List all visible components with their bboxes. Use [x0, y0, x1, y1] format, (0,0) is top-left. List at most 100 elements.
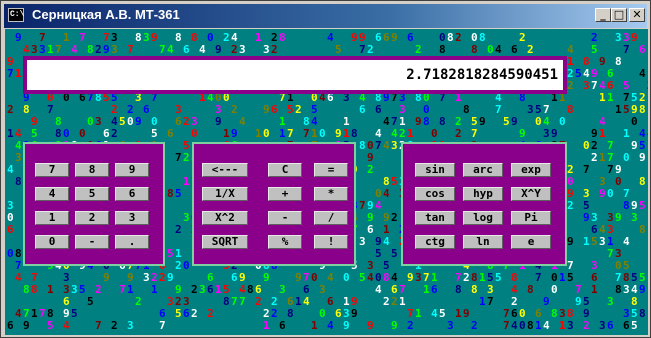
- digit-key-9[interactable]: 9: [115, 163, 149, 177]
- svg-text:0: 0: [343, 271, 350, 284]
- func-key-exp[interactable]: exp: [511, 163, 551, 177]
- svg-text:4: 4: [23, 43, 30, 56]
- func-key-sin[interactable]: sin: [415, 163, 455, 177]
- svg-text:1: 1: [31, 307, 38, 320]
- op-key-square[interactable]: X^2: [202, 211, 248, 225]
- digit-key-6[interactable]: 6: [115, 187, 149, 201]
- close-button[interactable]: ✕: [629, 8, 645, 22]
- op-key-c[interactable]: C: [268, 163, 302, 177]
- svg-text:1: 1: [415, 307, 422, 320]
- svg-text:0: 0: [319, 127, 326, 140]
- op-key-divide[interactable]: /: [314, 211, 348, 225]
- svg-text:5: 5: [119, 115, 126, 128]
- svg-text:6: 6: [183, 307, 190, 320]
- svg-text:7: 7: [591, 79, 598, 92]
- digit-key-minus[interactable]: -: [75, 235, 109, 249]
- svg-text:9: 9: [415, 115, 422, 128]
- digit-key-2[interactable]: 2: [75, 211, 109, 225]
- func-key-cos[interactable]: cos: [415, 187, 455, 201]
- result-display[interactable]: 2.7182818284590451: [27, 60, 563, 90]
- window-title: Серницкая А.В. МТ-361: [32, 7, 180, 22]
- svg-text:8: 8: [639, 175, 646, 188]
- op-key-multiply[interactable]: *: [314, 187, 348, 201]
- svg-text:1: 1: [399, 295, 406, 308]
- svg-text:2: 2: [231, 43, 238, 56]
- digit-key-1[interactable]: 1: [35, 211, 69, 225]
- svg-text:9: 9: [631, 139, 638, 152]
- svg-text:2: 2: [567, 79, 574, 92]
- svg-text:6: 6: [7, 223, 14, 236]
- svg-text:2: 2: [647, 79, 648, 92]
- func-key-hyp[interactable]: hyp: [463, 187, 503, 201]
- op-key-factorial[interactable]: !: [314, 235, 348, 249]
- svg-text:6: 6: [231, 271, 238, 284]
- svg-text:1: 1: [583, 235, 590, 248]
- svg-text:7: 7: [7, 67, 14, 80]
- svg-text:8: 8: [247, 283, 254, 296]
- digit-key-3[interactable]: 3: [115, 211, 149, 225]
- op-key-plus[interactable]: +: [268, 187, 302, 201]
- op-key-equals[interactable]: =: [314, 163, 348, 177]
- svg-text:2: 2: [527, 43, 534, 56]
- svg-text:0: 0: [559, 115, 566, 128]
- svg-text:6: 6: [367, 223, 374, 236]
- func-key-log[interactable]: log: [463, 211, 503, 225]
- svg-text:1: 1: [607, 91, 614, 104]
- svg-text:0: 0: [583, 139, 590, 152]
- svg-text:5: 5: [591, 43, 598, 56]
- func-key-power[interactable]: X^Y: [511, 187, 551, 201]
- func-key-tan[interactable]: tan: [415, 211, 455, 225]
- op-key-minus[interactable]: -: [268, 211, 302, 225]
- console-icon[interactable]: C:\: [8, 8, 24, 22]
- svg-text:8: 8: [527, 283, 534, 296]
- svg-text:3: 3: [415, 271, 422, 284]
- svg-text:7: 7: [535, 271, 542, 284]
- digit-key-8[interactable]: 8: [75, 163, 109, 177]
- svg-text:8: 8: [639, 307, 646, 320]
- digit-key-5[interactable]: 5: [75, 187, 109, 201]
- svg-text:6: 6: [623, 319, 630, 332]
- svg-text:1: 1: [15, 67, 22, 80]
- svg-text:8: 8: [455, 283, 462, 296]
- svg-text:7: 7: [303, 127, 310, 140]
- maximize-button[interactable]: □: [611, 8, 627, 22]
- svg-text:0: 0: [311, 271, 318, 284]
- digit-key-decimal-point[interactable]: .: [115, 235, 149, 249]
- svg-text:5: 5: [287, 103, 294, 116]
- svg-text:5: 5: [575, 67, 582, 80]
- func-key-ln[interactable]: ln: [463, 235, 503, 249]
- svg-text:9: 9: [639, 151, 646, 164]
- svg-text:4: 4: [383, 139, 390, 152]
- func-key-pi[interactable]: Pi: [511, 211, 551, 225]
- func-key-arc[interactable]: arc: [463, 163, 503, 177]
- svg-text:5: 5: [359, 271, 366, 284]
- svg-text:2: 2: [175, 259, 182, 272]
- title-bar[interactable]: C:\ Серницкая А.В. МТ-361 _ □ ✕: [4, 4, 647, 28]
- svg-text:7: 7: [127, 43, 134, 56]
- svg-text:6: 6: [175, 115, 182, 128]
- svg-text:8: 8: [615, 283, 622, 296]
- func-key-ctg[interactable]: ctg: [415, 235, 455, 249]
- svg-text:1: 1: [311, 319, 318, 332]
- op-key-reciprocal[interactable]: 1/X: [202, 187, 248, 201]
- digit-key-4[interactable]: 4: [35, 187, 69, 201]
- digit-key-7[interactable]: 7: [35, 163, 69, 177]
- svg-text:9: 9: [599, 55, 606, 68]
- svg-text:1: 1: [47, 283, 54, 296]
- svg-text:9: 9: [599, 187, 606, 200]
- op-key-sqrt[interactable]: SQRT: [202, 235, 248, 249]
- svg-text:0: 0: [87, 115, 94, 128]
- svg-text:5: 5: [79, 283, 86, 296]
- svg-text:3: 3: [583, 79, 590, 92]
- svg-text:5: 5: [71, 307, 78, 320]
- svg-text:2: 2: [111, 319, 118, 332]
- op-key-percent[interactable]: %: [268, 235, 302, 249]
- svg-text:2: 2: [455, 127, 462, 140]
- minimize-button[interactable]: _: [595, 8, 611, 22]
- svg-text:8: 8: [135, 31, 142, 44]
- digit-key-0[interactable]: 0: [35, 235, 69, 249]
- svg-text:2: 2: [175, 223, 182, 236]
- svg-text:3: 3: [143, 271, 150, 284]
- func-key-e[interactable]: e: [511, 235, 551, 249]
- op-key-backspace[interactable]: <---: [202, 163, 248, 177]
